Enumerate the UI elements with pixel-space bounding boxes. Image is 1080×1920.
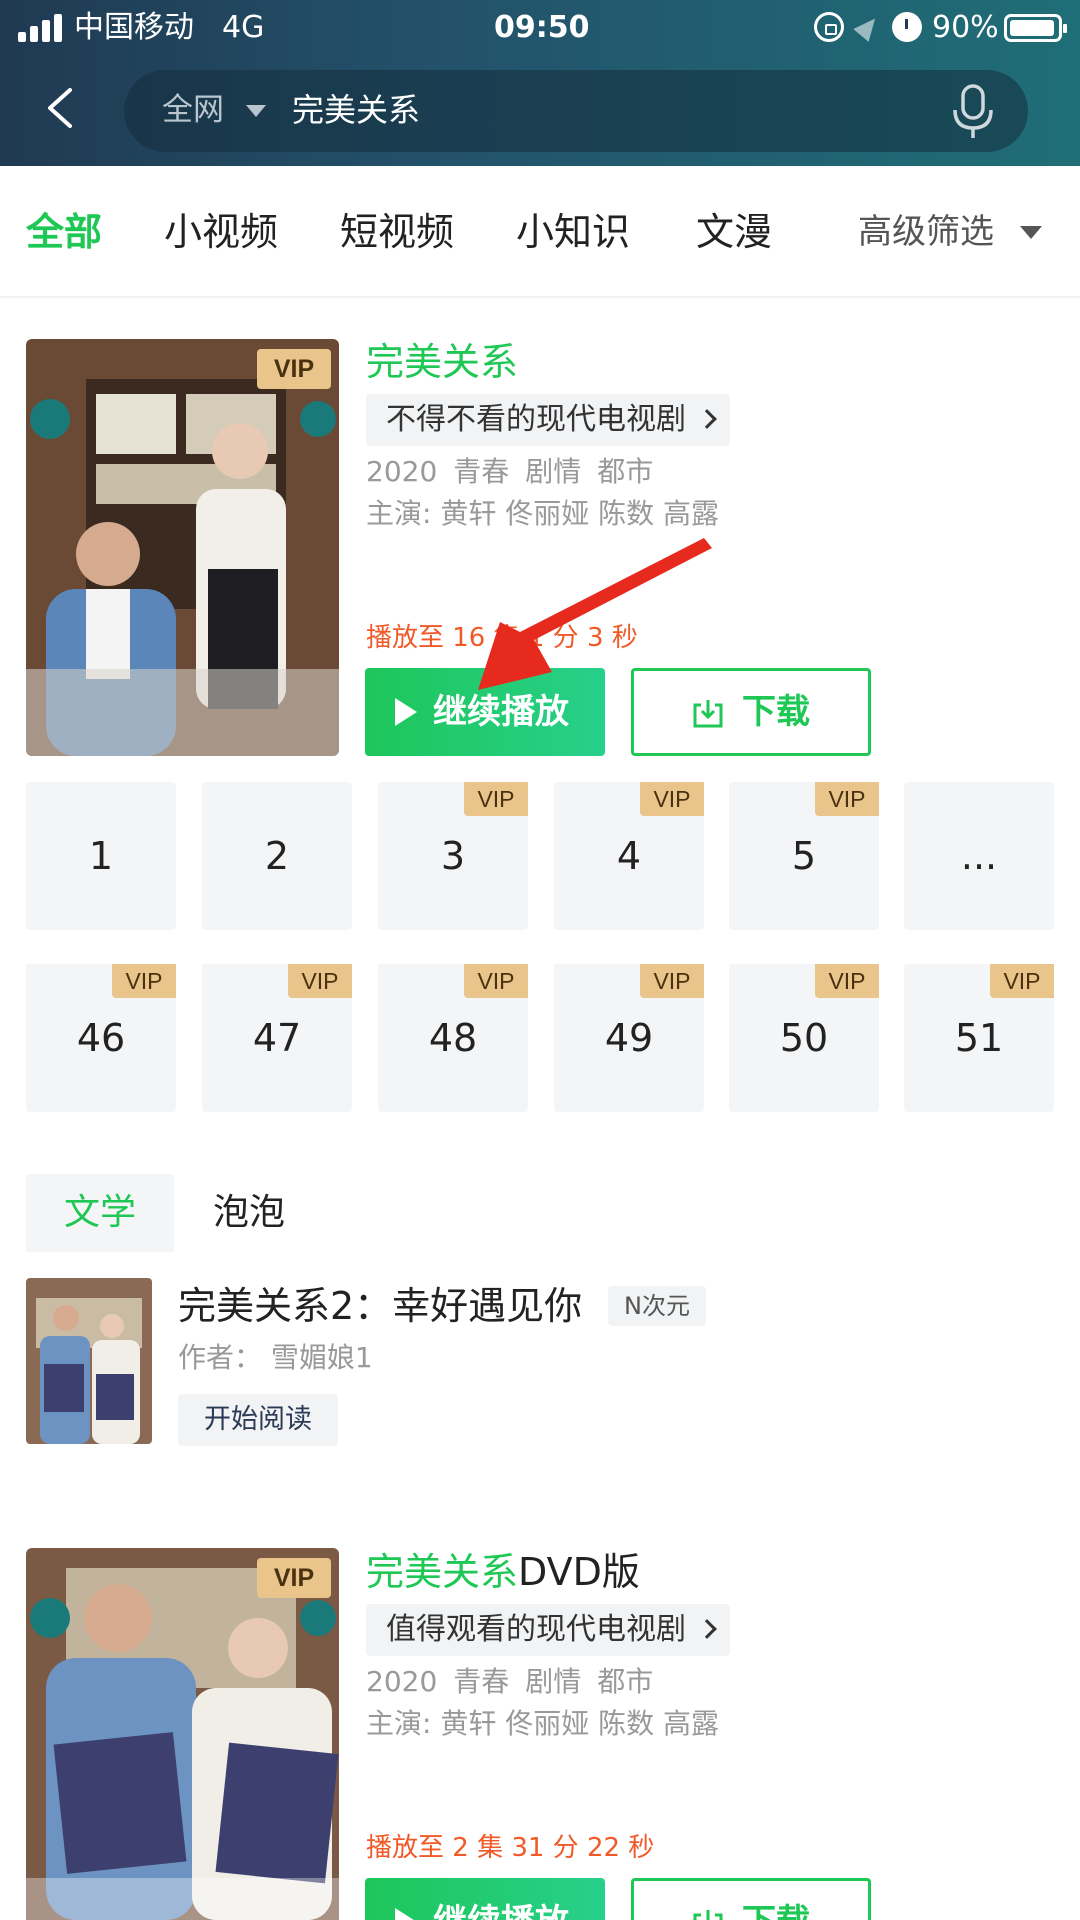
chevron-right-icon <box>697 409 717 429</box>
continue-play-button[interactable]: 继续播放 <box>365 1878 605 1920</box>
vip-badge: VIP <box>257 1558 331 1598</box>
result-meta: 2020 青春 剧情 都市 <box>366 455 654 488</box>
play-progress: 播放至 16 集 1 分 3 秒 <box>366 623 638 653</box>
episode-4[interactable]: VIP 4 <box>554 782 704 930</box>
tab-short-video[interactable]: 短视频 <box>340 206 454 258</box>
category-tabs: 全部 小视频 短视频 小知识 文漫 高级筛选 <box>0 166 1080 298</box>
episode-50[interactable]: VIP 50 <box>729 964 879 1112</box>
episode-5[interactable]: VIP 5 <box>729 782 879 930</box>
caret-down-icon <box>1020 226 1042 239</box>
poster-image[interactable]: VIP <box>26 1548 339 1920</box>
download-button[interactable]: 下载 <box>631 668 871 756</box>
result-cast: 主演: 黄轩 佟丽娅 陈数 高露 <box>366 1707 720 1740</box>
rotation-lock-icon <box>814 12 844 42</box>
tab-mini-video[interactable]: 小视频 <box>164 206 278 258</box>
play-icon <box>395 1908 417 1920</box>
episode-51[interactable]: VIP 51 <box>904 964 1054 1112</box>
download-icon <box>693 1910 723 1920</box>
network-type: 4G <box>222 10 265 45</box>
search-bar[interactable]: 全网 完美关系 <box>124 70 1028 152</box>
result-meta: 2020 青春 剧情 都市 <box>366 1665 654 1698</box>
book-author: 作者： 雪媚娘1 <box>178 1341 373 1374</box>
carrier-label: 中国移动 <box>74 10 194 45</box>
play-progress: 播放至 2 集 31 分 22 秒 <box>366 1833 655 1863</box>
book-source-badge: N次元 <box>608 1286 706 1326</box>
book-cover-image[interactable] <box>26 1278 152 1444</box>
vip-badge: VIP <box>464 782 528 816</box>
clock: 09:50 <box>494 10 590 45</box>
poster-image[interactable]: VIP <box>26 339 339 756</box>
search-scope-dropdown[interactable]: 全网 <box>162 88 224 132</box>
result-title[interactable]: 完美关系 <box>366 336 518 388</box>
battery-percent: 90% <box>932 10 999 45</box>
episode-49[interactable]: VIP 49 <box>554 964 704 1112</box>
result-tagline-link[interactable]: 值得观看的现代电视剧 <box>366 1604 730 1656</box>
vip-badge: VIP <box>990 964 1054 998</box>
battery-icon <box>1004 14 1067 42</box>
book-cover-art <box>26 1278 152 1444</box>
advanced-filter-button[interactable]: 高级筛选 <box>858 208 994 256</box>
download-button[interactable]: 下载 <box>631 1878 871 1920</box>
episode-46[interactable]: VIP 46 <box>26 964 176 1112</box>
start-reading-button[interactable]: 开始阅读 <box>178 1394 338 1446</box>
tab-knowledge[interactable]: 小知识 <box>516 206 630 258</box>
continue-play-button[interactable]: 继续播放 <box>365 668 605 756</box>
result-cast: 主演: 黄轩 佟丽娅 陈数 高露 <box>366 497 720 530</box>
top-header: 中国移动 4G 09:50 90% 全网 完美关系 <box>0 0 1080 166</box>
download-icon <box>693 700 723 728</box>
vip-badge: VIP <box>640 964 704 998</box>
tab-literature-comics[interactable]: 文漫 <box>696 206 772 258</box>
location-icon <box>853 12 883 42</box>
episode-48[interactable]: VIP 48 <box>378 964 528 1112</box>
episode-3[interactable]: VIP 3 <box>378 782 528 930</box>
episode-more[interactable]: ... <box>904 782 1054 930</box>
tab-literature[interactable]: 文学 <box>26 1174 174 1252</box>
status-bar: 中国移动 4G 09:50 90% <box>0 0 1080 56</box>
episode-47[interactable]: VIP 47 <box>202 964 352 1112</box>
tab-bubble[interactable]: 泡泡 <box>204 1174 294 1252</box>
vip-badge: VIP <box>815 782 879 816</box>
vip-badge: VIP <box>288 964 352 998</box>
vip-badge: VIP <box>815 964 879 998</box>
back-arrow-icon[interactable] <box>40 86 84 130</box>
chevron-right-icon <box>697 1619 717 1639</box>
result-tagline-link[interactable]: 不得不看的现代电视剧 <box>366 394 730 446</box>
play-icon <box>395 698 417 726</box>
caret-down-icon <box>246 105 266 117</box>
episode-1[interactable]: 1 <box>26 782 176 930</box>
poster-art <box>26 339 339 756</box>
vip-badge: VIP <box>640 782 704 816</box>
vip-badge: VIP <box>257 349 331 389</box>
search-input[interactable]: 完美关系 <box>292 88 420 132</box>
vip-badge: VIP <box>112 964 176 998</box>
alarm-icon <box>892 12 922 42</box>
signal-icon <box>18 14 66 42</box>
episode-2[interactable]: 2 <box>202 782 352 930</box>
tab-all[interactable]: 全部 <box>26 206 102 258</box>
book-title[interactable]: 完美关系2：幸好遇见你 <box>178 1280 582 1332</box>
result-title[interactable]: 完美关系DVD版 <box>366 1546 640 1598</box>
microphone-icon[interactable] <box>950 84 996 140</box>
poster-art <box>26 1548 339 1920</box>
vip-badge: VIP <box>464 964 528 998</box>
